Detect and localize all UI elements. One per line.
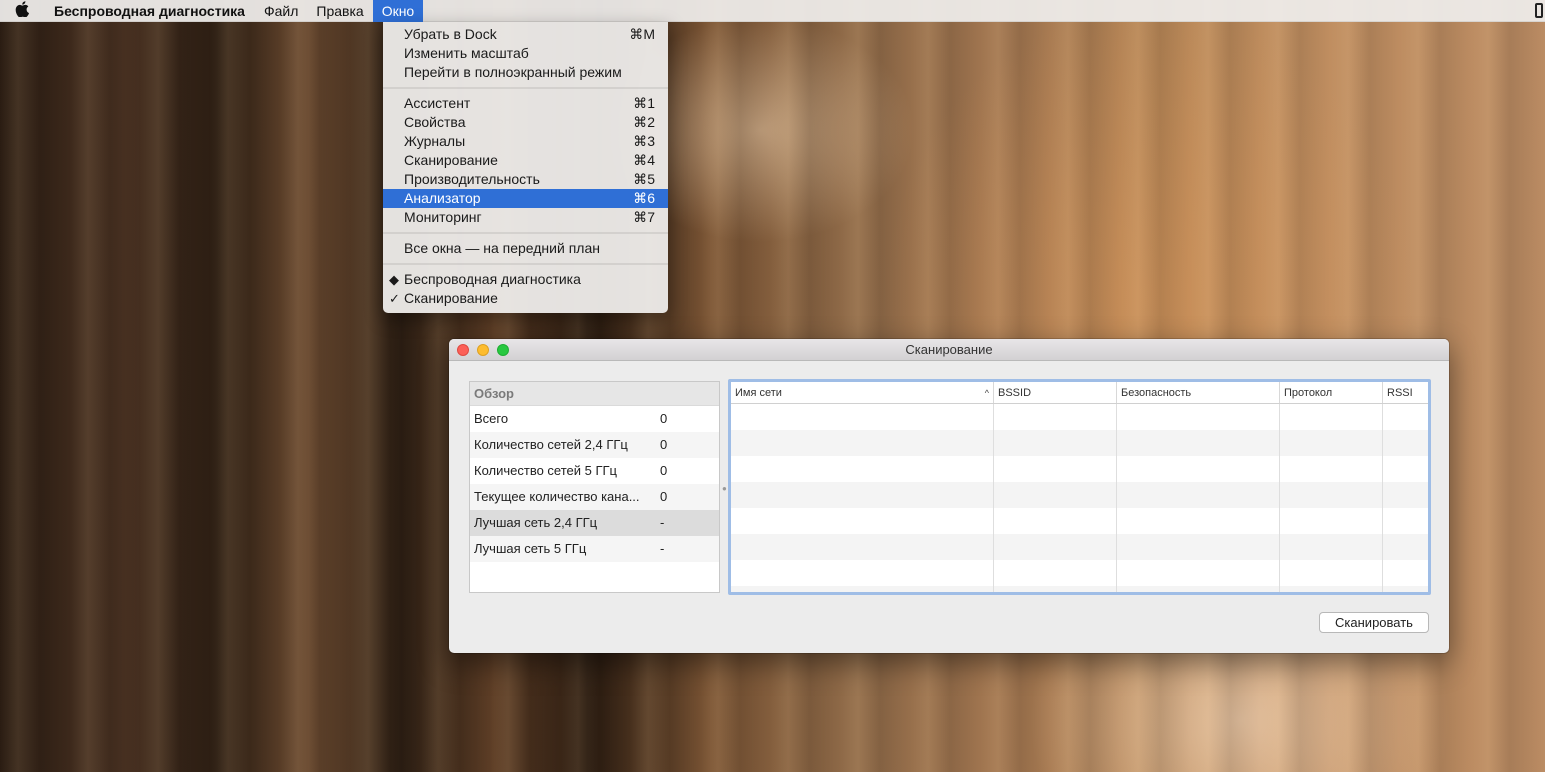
table-row: [731, 456, 1428, 482]
checkmark-icon: ✓: [389, 291, 400, 306]
menu-item-label: Изменить масштаб: [404, 45, 529, 61]
table-row: [731, 560, 1428, 586]
menu-item-shortcut: ⌘M: [629, 26, 655, 42]
window-title: Сканирование: [905, 342, 993, 357]
table-row: [731, 430, 1428, 456]
menu-item-window-scan[interactable]: ✓ Сканирование: [383, 289, 668, 308]
table-row: [731, 482, 1428, 508]
overview-row-label: Количество сетей 5 ГГц: [474, 463, 617, 478]
overview-row-label: Лучшая сеть 5 ГГц: [474, 541, 587, 556]
menu-item-shortcut: ⌘3: [633, 133, 655, 149]
menu-item-label: Убрать в Dock: [404, 26, 497, 42]
overview-row-channels[interactable]: Текущее количество кана... 0: [470, 484, 719, 510]
column-header-security[interactable]: Безопасность: [1117, 382, 1280, 403]
networks-table[interactable]: Имя сети ^ BSSID Безопасность Протокол R…: [728, 379, 1431, 595]
overview-row-value: 0: [660, 437, 668, 452]
menu-separator: [383, 258, 668, 270]
menu-item-label: Мониторинг: [404, 209, 482, 225]
table-row: [731, 508, 1428, 534]
menu-item-window-wireless-diagnostics[interactable]: ◆ Беспроводная диагностика: [383, 270, 668, 289]
menu-item-label: Анализатор: [404, 190, 481, 206]
scan-window: Сканирование Обзор Всего 0 Количество се…: [449, 339, 1449, 653]
menu-item-label: Перейти в полноэкранный режим: [404, 64, 622, 80]
menu-item-label: Беспроводная диагностика: [404, 271, 581, 287]
status-icon[interactable]: [1535, 3, 1543, 18]
menu-item-performance[interactable]: Производительность ⌘5: [383, 170, 668, 189]
overview-row-networks-5[interactable]: Количество сетей 5 ГГц 0: [470, 458, 719, 484]
menu-item-shortcut: ⌘6: [633, 190, 655, 206]
scan-button[interactable]: Сканировать: [1319, 612, 1429, 633]
menu-item-logs[interactable]: Журналы ⌘3: [383, 132, 668, 151]
overview-row-value: -: [660, 515, 665, 530]
table-body: [731, 404, 1428, 592]
table-header: Имя сети ^ BSSID Безопасность Протокол R…: [731, 382, 1428, 404]
menu-item-sniffer[interactable]: Анализатор ⌘6: [383, 189, 668, 208]
column-header-label: Имя сети: [735, 387, 782, 399]
menu-item-zoom[interactable]: Изменить масштаб: [383, 44, 668, 63]
app-menu[interactable]: Беспроводная диагностика: [44, 3, 255, 19]
overview-rows: Всего 0 Количество сетей 2,4 ГГц 0 Колич…: [470, 406, 719, 562]
menu-item-label: Сканирование: [404, 290, 498, 306]
table-row: [731, 534, 1428, 560]
menu-item-label: Ассистент: [404, 95, 471, 111]
menu-item-shortcut: ⌘7: [633, 209, 655, 225]
window-menu-dropdown: Убрать в Dock ⌘M Изменить масштаб Перейт…: [383, 22, 668, 313]
apple-menu-icon[interactable]: [0, 0, 44, 21]
overview-row-networks-24[interactable]: Количество сетей 2,4 ГГц 0: [470, 432, 719, 458]
menu-file[interactable]: Файл: [255, 0, 307, 22]
column-header-rssi[interactable]: RSSI: [1383, 382, 1428, 403]
column-header-protocol[interactable]: Протокол: [1280, 382, 1383, 403]
sort-ascending-icon: ^: [984, 388, 989, 398]
overview-row-label: Всего: [474, 411, 509, 426]
window-titlebar[interactable]: Сканирование: [449, 339, 1449, 361]
menu-item-label: Производительность: [404, 171, 540, 187]
menu-item-shortcut: ⌘5: [633, 171, 655, 187]
overview-row-best-24[interactable]: Лучшая сеть 2,4 ГГц -: [470, 510, 719, 536]
close-button[interactable]: [457, 344, 469, 356]
overview-row-value: 0: [660, 411, 668, 426]
menu-item-bring-all-to-front[interactable]: Все окна — на передний план: [383, 239, 668, 258]
menu-item-assistant[interactable]: Ассистент ⌘1: [383, 94, 668, 113]
overview-row-total[interactable]: Всего 0: [470, 406, 719, 432]
menu-item-fullscreen[interactable]: Перейти в полноэкранный режим: [383, 63, 668, 82]
menu-item-label: Сканирование: [404, 152, 498, 168]
overview-panel: Обзор Всего 0 Количество сетей 2,4 ГГц 0…: [469, 381, 720, 593]
table-row: [731, 586, 1428, 592]
menu-separator: [383, 227, 668, 239]
menu-item-label: Все окна — на передний план: [404, 240, 600, 256]
menu-item-shortcut: ⌘1: [633, 95, 655, 111]
overview-row-value: -: [660, 541, 665, 556]
menu-item-shortcut: ⌘2: [633, 114, 655, 130]
overview-row-value: 0: [660, 489, 668, 504]
menu-item-shortcut: ⌘4: [633, 152, 655, 168]
menu-separator: [383, 82, 668, 94]
overview-row-best-5[interactable]: Лучшая сеть 5 ГГц -: [470, 536, 719, 562]
menu-item-minimize[interactable]: Убрать в Dock ⌘M: [383, 25, 668, 44]
column-header-network-name[interactable]: Имя сети ^: [731, 382, 994, 403]
menu-item-label: Свойства: [404, 114, 466, 130]
menu-item-scan[interactable]: Сканирование ⌘4: [383, 151, 668, 170]
overview-row-label: Текущее количество кана...: [474, 489, 640, 504]
column-header-bssid[interactable]: BSSID: [994, 382, 1117, 403]
overview-row-label: Лучшая сеть 2,4 ГГц: [474, 515, 598, 530]
zoom-button[interactable]: [497, 344, 509, 356]
diamond-icon: ◆: [389, 272, 399, 287]
table-row: [731, 404, 1428, 430]
overview-header: Обзор: [470, 382, 719, 406]
menu-bar: Беспроводная диагностика Файл Правка Окн…: [0, 0, 1545, 22]
overview-row-value: 0: [660, 463, 668, 478]
menu-item-monitor[interactable]: Мониторинг ⌘7: [383, 208, 668, 227]
menu-window[interactable]: Окно: [372, 0, 424, 22]
menu-item-label: Журналы: [404, 133, 466, 149]
split-view-handle[interactable]: ●: [722, 484, 727, 493]
apple-logo-icon: [15, 0, 29, 17]
menu-edit[interactable]: Правка: [307, 0, 372, 22]
overview-row-label: Количество сетей 2,4 ГГц: [474, 437, 628, 452]
minimize-button[interactable]: [477, 344, 489, 356]
menu-item-info[interactable]: Свойства ⌘2: [383, 113, 668, 132]
